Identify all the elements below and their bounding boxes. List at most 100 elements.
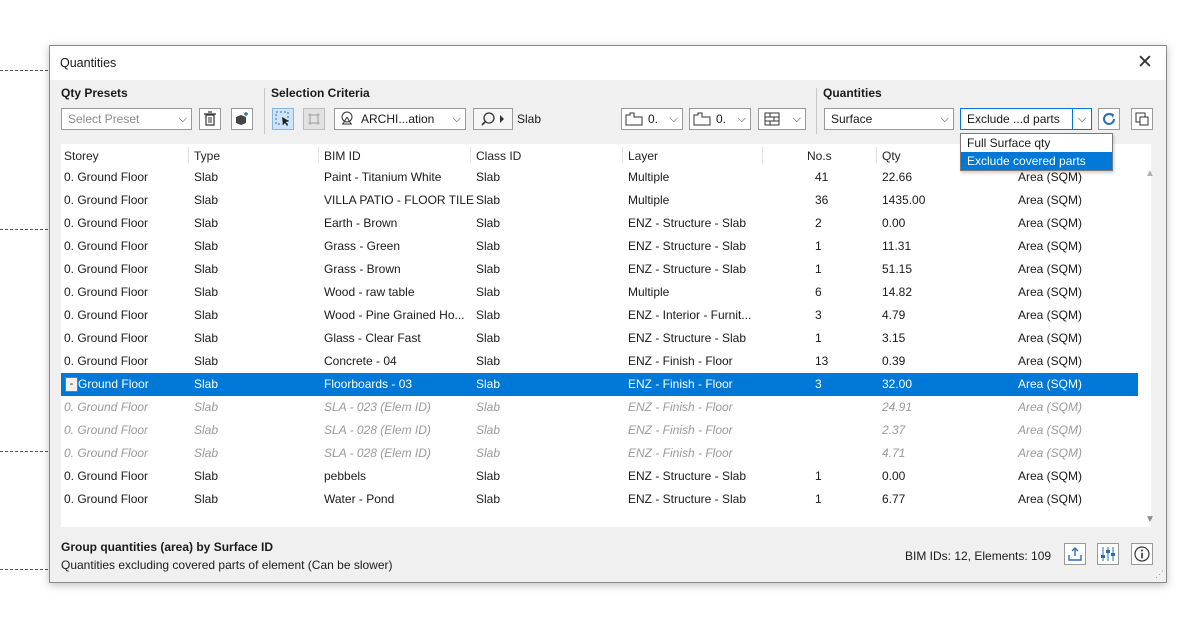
column-divider[interactable] — [188, 147, 189, 163]
guide-line — [0, 229, 48, 230]
add-object-icon — [236, 112, 248, 125]
layer-combination-dropdown[interactable]: ⌵ — [758, 108, 806, 130]
column-divider[interactable] — [318, 147, 319, 163]
cell-bim-id: VILLA PATIO - FLOOR TILE — [324, 193, 475, 207]
cell-type: Slab — [194, 308, 219, 322]
cell-unit: Area (SQM) — [1018, 239, 1083, 253]
column-header-qty[interactable]: Qty — [882, 149, 901, 163]
info-button[interactable] — [1131, 543, 1153, 565]
cell-qty: 22.66 — [882, 170, 913, 184]
cell-class-id: Slab — [476, 354, 501, 368]
table-row[interactable]: - Ground Floor Slab Floorboards - 03 Slab ENZ… — [61, 373, 1138, 396]
toolbar-separator — [816, 88, 817, 134]
cell-storey: 0. Ground Floor — [64, 193, 149, 207]
close-icon[interactable]: ✕ — [1132, 50, 1158, 76]
scroll-down-icon[interactable]: ▼ — [1145, 514, 1155, 525]
cell-nos: 1 — [815, 239, 822, 253]
cell-storey: 0. Ground Floor — [64, 492, 149, 506]
option-exclude-covered-parts[interactable]: Exclude covered parts — [961, 152, 1112, 170]
cell-layer: Multiple — [628, 170, 670, 184]
cell-bim-id: SLA - 028 (Elem ID) — [324, 446, 431, 460]
column-header-class-id[interactable]: Class ID — [476, 149, 521, 163]
select-preset-placeholder: Select Preset — [68, 112, 140, 126]
column-divider[interactable] — [762, 147, 763, 163]
cell-storey: 0. Ground Floor — [64, 331, 149, 345]
storey-from-dropdown[interactable]: 0. ⌵ — [621, 108, 683, 130]
cell-layer: Multiple — [628, 285, 670, 299]
marquee-button[interactable] — [303, 108, 325, 130]
delete-preset-button[interactable] — [199, 108, 221, 130]
table-row[interactable]: 0. Ground Floor Slab VILLA PATIO - FLOOR T… — [61, 189, 1138, 212]
cell-type: Slab — [194, 262, 219, 276]
surface-mode-dropdown[interactable]: Exclude ...d parts ⌵ — [960, 108, 1092, 130]
table-row[interactable]: 0. Ground Floor Slab Wood - raw table Slab M… — [61, 281, 1138, 304]
option-full-surface-qty[interactable]: Full Surface qty — [961, 134, 1112, 152]
storey-to-dropdown[interactable]: 0. ⌵ — [689, 108, 751, 130]
vertical-scrollbar[interactable]: ▲ ▼ — [1143, 166, 1159, 527]
cell-class-id: Slab — [476, 285, 501, 299]
table-row[interactable]: 0. Ground Floor Slab Wood - Pine Grained H… — [61, 304, 1138, 327]
cell-layer: ENZ - Finish - Floor — [628, 446, 733, 460]
cell-class-id: Slab — [476, 216, 501, 230]
cell-storey: 0. Ground Floor — [64, 423, 149, 437]
select-elements-button[interactable] — [272, 108, 294, 130]
window-mode-button[interactable] — [1131, 108, 1153, 130]
table-row[interactable]: 0. Ground Floor Slab Earth - Brown Slab ENZ … — [61, 212, 1138, 235]
quantities-dialog: Quantities ✕ Qty Presets Selection Crite… — [49, 45, 1167, 583]
column-header-bim-id[interactable]: BIM ID — [324, 149, 361, 163]
cell-unit: Area (SQM) — [1018, 285, 1083, 299]
export-button[interactable] — [1064, 543, 1086, 565]
table-row[interactable]: 0. Ground Floor Slab Concrete - 04 Slab ENZ … — [61, 350, 1138, 373]
column-header-layer[interactable]: Layer — [628, 149, 658, 163]
cell-class-id: Slab — [476, 239, 501, 253]
cell-storey: Ground Floor — [78, 377, 149, 391]
cell-type: Slab — [194, 492, 219, 506]
quantity-type-dropdown[interactable]: Surface ⌵ — [824, 108, 954, 130]
element-type-label: Slab — [517, 112, 542, 126]
column-divider[interactable] — [622, 147, 623, 163]
table-row[interactable]: 0. Ground Floor Slab SLA - 028 (Elem ID) Sl… — [61, 419, 1138, 442]
cell-qty: 2.37 — [882, 423, 906, 437]
refresh-button[interactable] — [1098, 108, 1120, 130]
cell-nos: 13 — [815, 354, 829, 368]
table-row[interactable]: 0. Ground Floor Slab Glass - Clear Fast Sla… — [61, 327, 1138, 350]
column-divider[interactable] — [876, 147, 877, 163]
quantity-type-value: Surface — [831, 112, 873, 126]
cell-bim-id: Paint - Titanium White — [324, 170, 442, 184]
classification-dropdown[interactable]: ARCHI...ation ⌵ — [334, 108, 466, 130]
select-preset-dropdown[interactable]: Select Preset ⌵ — [61, 108, 192, 130]
cell-bim-id: Grass - Brown — [324, 262, 401, 276]
cell-bim-id: Earth - Brown — [324, 216, 398, 230]
table-row[interactable]: 0. Ground Floor Slab Water - Pond Slab ENZ -… — [61, 488, 1138, 511]
table-row[interactable]: 0. Ground Floor Slab pebbels Slab ENZ - Stru… — [61, 465, 1138, 488]
toolbar-separator — [264, 88, 265, 134]
refresh-icon — [1103, 113, 1115, 125]
column-header-nos[interactable]: No.s — [807, 149, 832, 163]
title-bar: Quantities ✕ — [50, 46, 1166, 80]
cell-unit: Area (SQM) — [1018, 354, 1083, 368]
table-row[interactable]: 0. Ground Floor Slab SLA - 028 (Elem ID) Sl… — [61, 442, 1138, 465]
column-header-storey[interactable]: Storey — [64, 149, 99, 163]
element-type-filter-button[interactable] — [473, 108, 513, 130]
cell-class-id: Slab — [476, 377, 501, 391]
qty-presets-label: Qty Presets — [61, 86, 128, 100]
column-divider[interactable] — [470, 147, 471, 163]
cell-nos: 1 — [815, 331, 822, 345]
cell-type: Slab — [194, 285, 219, 299]
add-preset-button[interactable] — [231, 108, 253, 130]
filter-settings-button[interactable] — [1097, 543, 1119, 565]
table-row[interactable]: 0. Ground Floor Slab Grass - Brown Slab ENZ … — [61, 258, 1138, 281]
scroll-up-icon[interactable]: ▲ — [1145, 168, 1155, 179]
cell-bim-id: Grass - Green — [324, 239, 401, 253]
column-header-type[interactable]: Type — [194, 149, 220, 163]
collapse-row-icon[interactable]: - — [65, 377, 78, 392]
table-row[interactable]: 0. Ground Floor Slab Grass - Green Slab ENZ … — [61, 235, 1138, 258]
cell-type: Slab — [194, 170, 219, 184]
cell-class-id: Slab — [476, 400, 501, 414]
table-row[interactable]: 0. Ground Floor Slab SLA - 023 (Elem ID) Sl… — [61, 396, 1138, 419]
selection-criteria-label: Selection Criteria — [271, 86, 370, 100]
cell-unit: Area (SQM) — [1018, 423, 1083, 437]
cell-unit: Area (SQM) — [1018, 492, 1083, 506]
resize-grip-icon[interactable]: ⋰ — [1155, 569, 1164, 580]
cell-layer: ENZ - Structure - Slab — [628, 492, 747, 506]
